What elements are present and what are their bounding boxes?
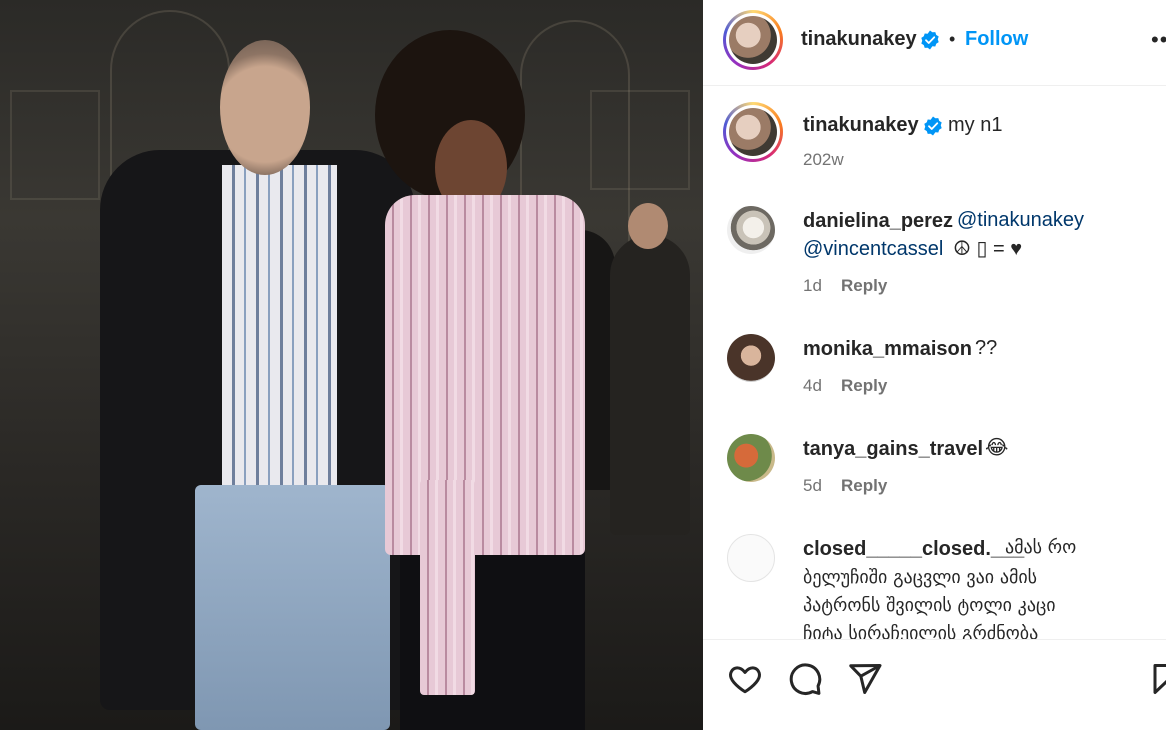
post-actions-bar xyxy=(703,639,1166,730)
comment-mention[interactable]: @vincentcassel xyxy=(803,235,943,263)
follow-button[interactable]: Follow xyxy=(965,28,1028,51)
share-icon[interactable] xyxy=(847,661,883,697)
woman-shirt-sash xyxy=(420,480,475,695)
comment-age[interactable]: 4d xyxy=(803,376,822,396)
commenter-username[interactable]: closed_____closed.___ xyxy=(803,538,1024,561)
comments-list[interactable]: tinakunakey my n1 202w danielina_perez @… xyxy=(703,86,1166,639)
caption-author-username[interactable]: tinakunakey xyxy=(803,114,919,137)
comment-emoji: 😂 xyxy=(985,437,1009,459)
man-plaid-shirt xyxy=(222,165,337,510)
author-avatar[interactable] xyxy=(723,10,783,70)
reply-button[interactable]: Reply xyxy=(841,376,887,396)
commenter-avatar[interactable] xyxy=(727,206,775,254)
reply-button[interactable]: Reply xyxy=(841,476,887,496)
comment-text: ჩიტა სირაჩეილის გრძნობა xyxy=(803,623,1039,639)
commenter-avatar[interactable] xyxy=(727,434,775,482)
more-options-icon[interactable]: ••• xyxy=(1151,27,1166,53)
commenter-avatar[interactable] xyxy=(727,534,775,582)
caption-age[interactable]: 202w xyxy=(803,150,844,170)
background-panel xyxy=(10,90,100,200)
comment-text: ?? xyxy=(975,337,998,359)
comment-icon[interactable] xyxy=(787,661,823,697)
comment-text: ამას რო xyxy=(1005,537,1077,558)
background-panel xyxy=(590,90,690,190)
post-sidebar: tinakunakey • Follow ••• tinakunakey my … xyxy=(703,0,1166,730)
man-head xyxy=(220,40,310,175)
post-photo xyxy=(0,0,703,730)
comment-mention[interactable]: @tinakunakey xyxy=(957,206,1084,234)
comment-emoji: ☮ ▯ = ♥ xyxy=(953,238,1023,260)
commenter-username[interactable]: monika_mmaison xyxy=(803,338,972,361)
commenter-avatar[interactable] xyxy=(727,334,775,382)
verified-badge-icon xyxy=(921,30,939,50)
bookmark-icon[interactable] xyxy=(1149,661,1166,697)
woman-pink-shirt xyxy=(385,195,585,555)
man-jeans xyxy=(195,485,390,730)
commenter-username[interactable]: danielina_perez xyxy=(803,210,953,233)
comment-text: ბელუჩიში გაცვლი ვაი ამის xyxy=(803,567,1038,588)
post-header: tinakunakey • Follow ••• xyxy=(703,0,1166,86)
author-username[interactable]: tinakunakey xyxy=(801,28,917,51)
separator-dot: • xyxy=(949,29,956,49)
background-person xyxy=(610,235,690,535)
comment-age[interactable]: 5d xyxy=(803,476,822,496)
caption-text: my n1 xyxy=(948,114,1003,136)
verified-badge-icon xyxy=(924,116,942,136)
comment-text: პატრონს შვილის ტოლი კაცი xyxy=(803,595,1056,616)
comment-age[interactable]: 1d xyxy=(803,276,822,296)
reply-button[interactable]: Reply xyxy=(841,276,887,296)
heart-icon[interactable] xyxy=(727,661,763,697)
caption-author-avatar[interactable] xyxy=(723,102,783,162)
commenter-username[interactable]: tanya_gains_travel xyxy=(803,438,983,461)
background-person-head xyxy=(628,203,668,249)
